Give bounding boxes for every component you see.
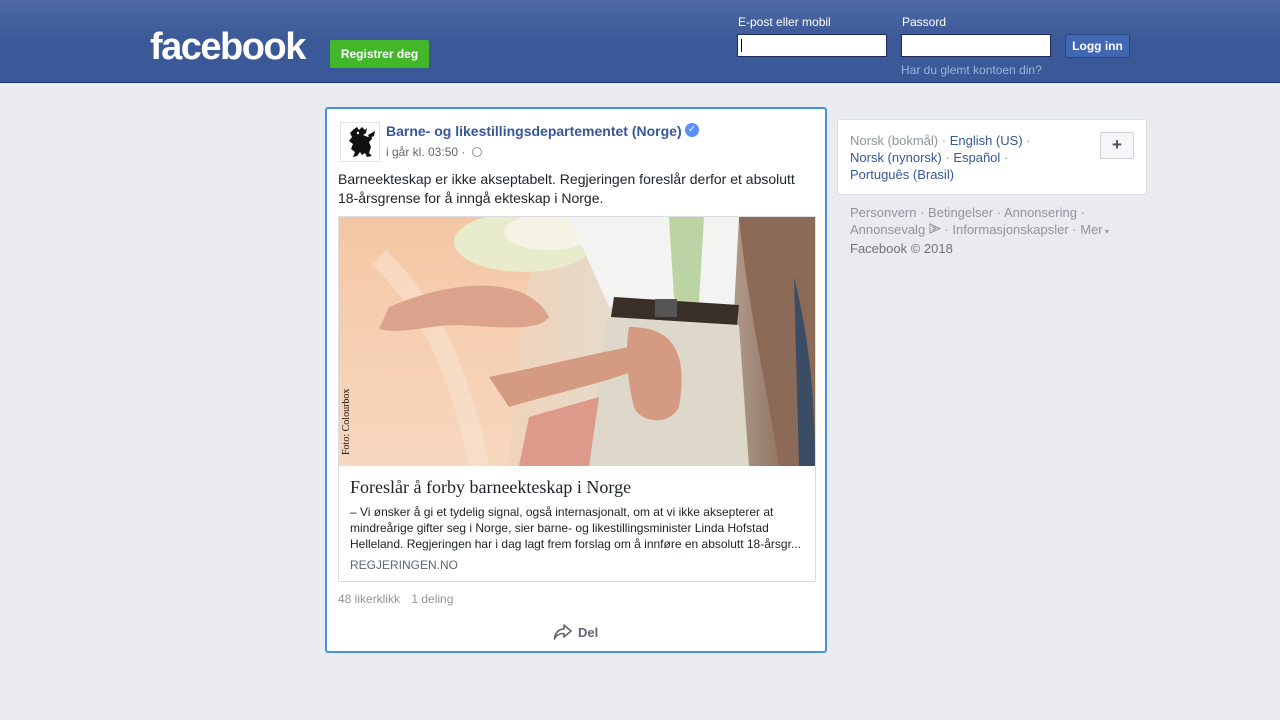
language-item[interactable]: Norsk (nynorsk) (850, 150, 942, 165)
language-current: Norsk (bokmål) (850, 133, 939, 148)
link-preview[interactable]: Foto: Colourbox Foreslår å forby barneek… (338, 216, 816, 582)
language-item[interactable]: Português (Brasil) (850, 167, 954, 182)
globe-icon (471, 147, 482, 157)
password-label: Passord (902, 15, 947, 29)
share-count[interactable]: 1 deling (411, 592, 453, 606)
post-timestamp: i går kl. 03:50 · (386, 145, 482, 159)
footer-link-privacy[interactable]: Personvern (850, 205, 916, 220)
post-time[interactable]: i går kl. 03:50 · (386, 145, 465, 159)
link-title[interactable]: Foreslår å forby barneekteskap i Norge (350, 477, 805, 498)
password-input[interactable] (901, 34, 1051, 57)
forgot-account-link[interactable]: Har du glemt kontoen din? (901, 63, 1042, 77)
language-list: Norsk (bokmål) · English (US) · Norsk (n… (850, 133, 1031, 182)
more-languages-button[interactable]: + (1100, 132, 1134, 159)
page-name-link[interactable]: Barne- og likestillingsdepartementet (No… (386, 123, 682, 139)
post-stats: 48 likerklikk 1 deling (338, 592, 461, 606)
language-selector: Norsk (bokmål) · English (US) · Norsk (n… (837, 119, 1147, 195)
like-count[interactable]: 48 likerklikk (338, 592, 400, 606)
language-item[interactable]: Español (953, 150, 1000, 165)
post-text: Barneekteskap er ikke akseptabelt. Regje… (338, 171, 795, 206)
copyright: Facebook © 2018 (850, 241, 953, 256)
language-item[interactable]: English (US) (950, 133, 1023, 148)
email-label: E-post eller mobil (738, 15, 831, 29)
email-input[interactable] (737, 34, 887, 57)
facebook-logo[interactable]: facebook (150, 26, 306, 68)
top-bar: facebook Registrer deg E-post eller mobi… (0, 0, 1280, 83)
image-credit: Foto: Colourbox (341, 389, 352, 455)
text-cursor (741, 39, 742, 52)
footer-link-adchoices[interactable]: Annonsevalg (850, 222, 925, 237)
footer-link-terms[interactable]: Betingelser (928, 205, 993, 220)
verified-badge-icon: ✓ (685, 123, 699, 137)
link-domain: REGJERINGEN.NO (350, 558, 459, 572)
adchoices-icon (929, 223, 942, 234)
share-button[interactable]: Del (553, 623, 598, 643)
page-avatar[interactable] (340, 122, 380, 162)
link-description: – Vi ønsker å gi et tydelig signal, også… (350, 505, 801, 551)
footer-links: Personvern · Betingelser · Annonsering ·… (850, 205, 1109, 256)
link-preview-image[interactable]: Foto: Colourbox (339, 217, 815, 466)
footer-link-more[interactable]: Mer (1080, 222, 1102, 237)
login-button[interactable]: Logg inn (1065, 34, 1130, 58)
norway-lion-crest-icon (349, 127, 375, 157)
post-card: Barne- og likestillingsdepartementet (No… (325, 107, 827, 653)
share-label: Del (578, 625, 599, 640)
wedding-hands-photo: Foto: Colourbox (339, 217, 815, 466)
register-button[interactable]: Registrer deg (330, 40, 429, 68)
footer-link-cookies[interactable]: Informasjonskapsler (952, 222, 1068, 237)
share-arrow-icon (553, 624, 572, 640)
chevron-down-icon: ▾ (1102, 227, 1109, 236)
footer-link-advertising[interactable]: Annonsering (1004, 205, 1077, 220)
